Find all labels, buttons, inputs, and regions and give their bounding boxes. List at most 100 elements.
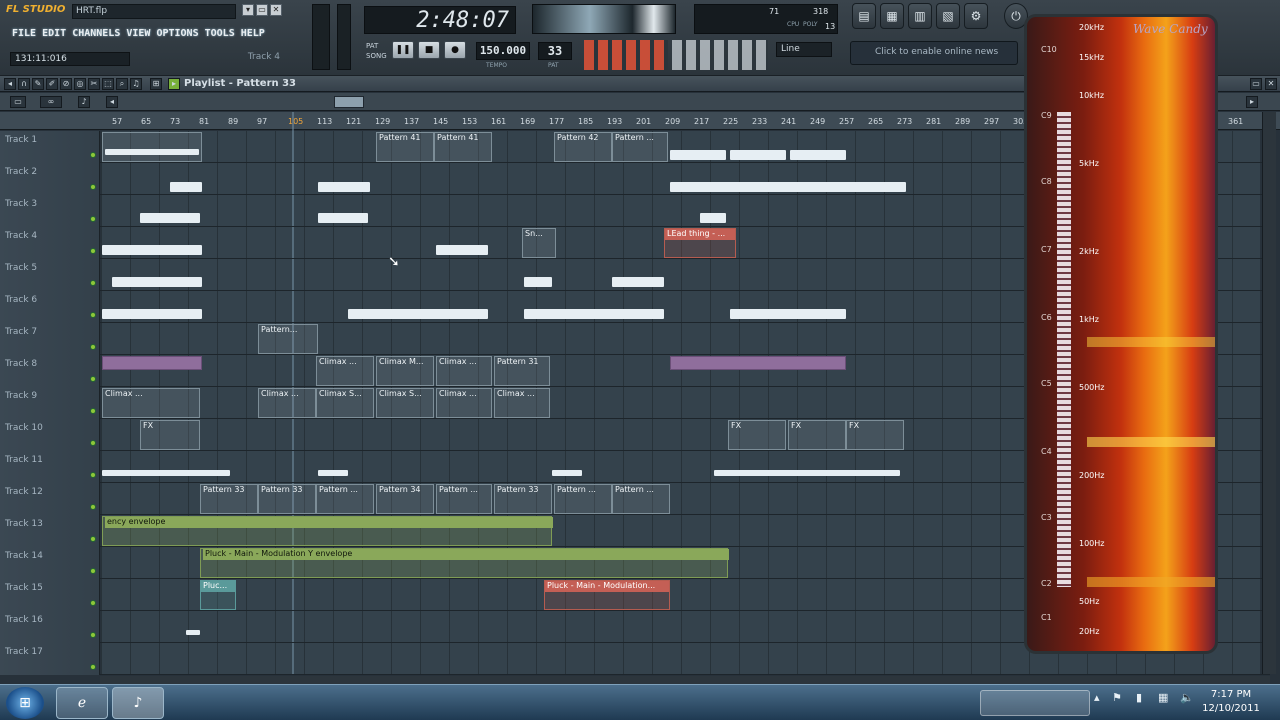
track-mute-led[interactable] bbox=[90, 216, 96, 222]
show-hidden-icons[interactable]: ▴ bbox=[1094, 691, 1100, 704]
stop-button[interactable]: ■ bbox=[418, 41, 440, 59]
track-label[interactable]: Track 14 bbox=[0, 547, 100, 579]
clip-notes[interactable] bbox=[112, 277, 202, 287]
clip-notes[interactable] bbox=[714, 470, 900, 476]
snap-tool-buttons[interactable] bbox=[672, 40, 768, 70]
select-tool-button[interactable]: ⬚ bbox=[102, 78, 114, 90]
pattern-clip[interactable]: Climax M... bbox=[376, 356, 434, 386]
wave-candy-spectrogram[interactable]: Wave Candy C10 C9 C8 C7 C6 C5 C4 C3 C2 C… bbox=[1024, 14, 1218, 654]
clip-notes[interactable] bbox=[790, 150, 846, 160]
automation-clip[interactable]: Pluck - Main - Modulation... bbox=[544, 580, 670, 610]
pattern-clip[interactable]: Pattern... bbox=[258, 324, 318, 354]
playlist-window-button[interactable]: ▤ bbox=[852, 3, 876, 29]
playlist-view-button[interactable]: ▭ bbox=[10, 96, 26, 108]
clip-notes[interactable] bbox=[436, 245, 488, 255]
track-mute-led[interactable] bbox=[90, 408, 96, 414]
track-mute-led[interactable] bbox=[90, 568, 96, 574]
song-mode-label[interactable]: SONG bbox=[366, 52, 388, 61]
action-center-icon[interactable]: ⚑ bbox=[1112, 691, 1122, 704]
taskbar-flstudio-button[interactable]: ♪ bbox=[112, 687, 164, 719]
clip-notes[interactable] bbox=[348, 309, 488, 319]
bottom-scrollbar[interactable] bbox=[100, 676, 1270, 684]
pattern-clip[interactable]: Climax ... bbox=[436, 388, 492, 418]
track-label[interactable]: Track 16 bbox=[0, 611, 100, 643]
media-toolbar[interactable] bbox=[980, 690, 1090, 716]
clip-notes[interactable] bbox=[670, 150, 726, 160]
pattern-clip[interactable]: Climax ... bbox=[436, 356, 492, 386]
clip-notes[interactable] bbox=[102, 470, 230, 476]
pattern-clip[interactable]: Climax ... bbox=[258, 388, 316, 418]
taskbar-clock[interactable]: 7:17 PM 12/10/2011 bbox=[1196, 688, 1266, 718]
pattern-clip[interactable]: Pattern ... bbox=[612, 132, 668, 162]
paint-tool-button[interactable]: ✐ bbox=[46, 78, 58, 90]
track-label[interactable]: Track 10 bbox=[0, 419, 100, 451]
track-label[interactable]: Track 5 bbox=[0, 259, 100, 291]
play-button[interactable]: ❚❚ bbox=[392, 41, 414, 59]
clip-notes[interactable] bbox=[102, 309, 202, 319]
track-label[interactable]: Track 7 bbox=[0, 323, 100, 355]
track-mute-led[interactable] bbox=[90, 472, 96, 478]
pattern-clip[interactable]: Climax ... bbox=[102, 388, 200, 418]
automation-clip[interactable]: Pluc... bbox=[200, 580, 236, 610]
playback-tool-button[interactable]: ♫ bbox=[130, 78, 142, 90]
minimize-button[interactable]: ▾ bbox=[242, 4, 254, 16]
slice-tool-button[interactable]: ✂ bbox=[88, 78, 100, 90]
menu-view[interactable]: VIEW bbox=[126, 28, 150, 44]
track-label[interactable]: Track 15 bbox=[0, 579, 100, 611]
audio-clip[interactable] bbox=[102, 356, 202, 370]
track-mute-led[interactable] bbox=[90, 536, 96, 542]
track-label[interactable]: Track 9 bbox=[0, 387, 100, 419]
network-icon[interactable]: ▦ bbox=[1158, 691, 1168, 704]
clip-notes[interactable] bbox=[730, 150, 786, 160]
pattern-clip[interactable]: Climax S... bbox=[316, 388, 374, 418]
pattern-clip[interactable]: Climax S... bbox=[376, 388, 434, 418]
pattern-clip[interactable]: Pattern 42 bbox=[554, 132, 612, 162]
menu-help[interactable]: HELP bbox=[241, 28, 265, 44]
clip-notes[interactable] bbox=[318, 182, 370, 192]
tempo-display[interactable]: 150.000 bbox=[476, 42, 530, 60]
track-label[interactable]: Track 4 bbox=[0, 227, 100, 259]
mute-tool-button[interactable]: ◎ bbox=[74, 78, 86, 90]
clip-notes[interactable] bbox=[140, 213, 200, 223]
clip-notes[interactable] bbox=[524, 309, 664, 319]
automation-clip[interactable]: LEad thing - ... bbox=[664, 228, 736, 258]
track-mute-led[interactable] bbox=[90, 632, 96, 638]
track-mute-led[interactable] bbox=[90, 600, 96, 606]
close-button[interactable]: ✕ bbox=[270, 4, 282, 16]
pattern-clip[interactable]: Pattern 31 bbox=[494, 356, 550, 386]
pattern-clip[interactable] bbox=[102, 132, 202, 162]
pattern-clip[interactable]: Pattern ... bbox=[612, 484, 670, 514]
pattern-link-button[interactable]: ∞ bbox=[40, 96, 62, 108]
pattern-clip[interactable]: FX bbox=[846, 420, 904, 450]
zoom-tool-button[interactable]: ⌕ bbox=[116, 78, 128, 90]
track-label[interactable]: Track 3 bbox=[0, 195, 100, 227]
track-label[interactable]: Track 2 bbox=[0, 163, 100, 195]
draw-tool-button[interactable]: ✎ bbox=[32, 78, 44, 90]
start-button[interactable]: ⊞ bbox=[6, 687, 44, 719]
automation-clip[interactable]: Pluck - Main - Modulation Y envelope bbox=[200, 548, 729, 578]
clip-notes[interactable] bbox=[670, 182, 906, 192]
playlist-title[interactable]: Playlist - Pattern 33 bbox=[184, 78, 364, 90]
playlist-close-button[interactable]: ✕ bbox=[1265, 78, 1277, 90]
track-label[interactable]: Track 12 bbox=[0, 483, 100, 515]
scroll-left-button[interactable]: ◂ bbox=[106, 96, 118, 108]
pattern-clip[interactable]: Pattern 41 bbox=[434, 132, 492, 162]
clip-notes[interactable] bbox=[186, 630, 200, 635]
menu-channels[interactable]: CHANNELS bbox=[72, 28, 120, 44]
step-sequencer-button[interactable]: ▦ bbox=[880, 3, 904, 29]
clip-notes[interactable] bbox=[612, 277, 664, 287]
pattern-clip[interactable]: Pattern 33 bbox=[200, 484, 258, 514]
snap-magnet-button[interactable]: ∩ bbox=[18, 78, 30, 90]
track-mute-led[interactable] bbox=[90, 664, 96, 670]
pattern-clip[interactable]: Pattern 33 bbox=[258, 484, 316, 514]
track-mute-led[interactable] bbox=[90, 280, 96, 286]
clip-notes[interactable] bbox=[552, 470, 582, 476]
taskbar-ie-button[interactable]: ℯ bbox=[56, 687, 108, 719]
track-label[interactable]: Track 6 bbox=[0, 291, 100, 323]
horizontal-scroll-thumb[interactable] bbox=[334, 96, 364, 108]
pattern-clip[interactable]: Pattern 34 bbox=[376, 484, 434, 514]
track-label[interactable]: Track 1 bbox=[0, 131, 100, 163]
pattern-clip[interactable]: Pattern ... bbox=[554, 484, 612, 514]
snap-menu-button[interactable]: ⊞ bbox=[150, 78, 162, 90]
pattern-clip[interactable]: FX bbox=[728, 420, 786, 450]
